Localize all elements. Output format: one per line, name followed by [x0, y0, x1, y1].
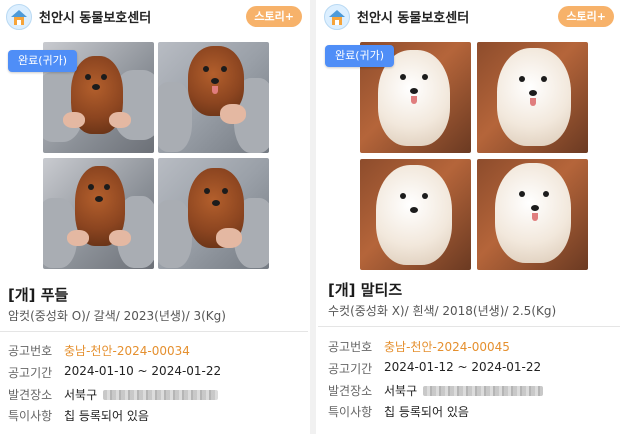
info-value: 충남-천안-2024-00045 — [384, 340, 510, 354]
info-label: 공고번호 — [8, 344, 53, 358]
status-badge: 완료(귀가) — [8, 50, 78, 72]
info-value: 서북구 — [384, 384, 418, 398]
card-divider — [310, 0, 316, 434]
info-label: 공고기간 — [328, 362, 373, 376]
masked-address — [423, 385, 544, 396]
photo-gallery — [43, 42, 269, 269]
info-value: 2024-01-10 ~ 2024-01-22 — [64, 364, 222, 378]
masked-address — [103, 389, 219, 400]
animal-title: [개] 푸들 — [8, 286, 69, 304]
info-label: 발견장소 — [8, 388, 53, 402]
dog-photo[interactable] — [158, 42, 269, 153]
photo-gallery — [360, 42, 588, 270]
status-badge: 완료(귀가) — [325, 45, 395, 67]
card-header: 천안시 동물보호센터 스토리+ — [324, 4, 614, 30]
animal-details: 암컷(중성화 O)/ 갈색/ 2023(년생)/ 3(Kg) — [8, 309, 226, 323]
info-value: 서북구 — [64, 388, 98, 402]
info-value: 충남-천안-2024-00034 — [64, 344, 190, 358]
dog-photo[interactable] — [477, 159, 588, 270]
card-header: 천안시 동물보호센터 스토리+ — [6, 4, 302, 30]
dog-photo[interactable] — [477, 42, 588, 153]
story-button[interactable]: 스토리+ — [246, 6, 302, 27]
dog-photo[interactable] — [360, 159, 471, 270]
story-button[interactable]: 스토리+ — [558, 6, 614, 27]
animal-card-maltese[interactable]: 천안시 동물보호센터 스토리+ 완료(귀가) [개] 말티즈 수컷(중성화 X)… — [318, 0, 620, 434]
dog-photo[interactable] — [43, 158, 154, 269]
animal-card-poodle[interactable]: 천안시 동물보호센터 스토리+ 완료(귀가) [개] 푸들 암컷(중성화 O)/… — [0, 0, 308, 434]
info-label: 공고번호 — [328, 340, 373, 354]
shelter-logo-icon — [6, 4, 32, 30]
section-divider — [0, 331, 308, 332]
info-label: 특이사항 — [328, 405, 373, 419]
shelter-logo-icon — [324, 4, 350, 30]
info-value: 칩 등록되어 있음 — [64, 409, 149, 423]
dog-photo[interactable] — [158, 158, 269, 269]
section-divider — [318, 326, 620, 327]
info-value: 칩 등록되어 있음 — [384, 405, 469, 419]
shelter-name: 천안시 동물보호센터 — [39, 11, 152, 26]
animal-title: [개] 말티즈 — [328, 281, 403, 299]
info-label: 발견장소 — [328, 384, 373, 398]
info-label: 특이사항 — [8, 409, 53, 423]
info-label: 공고기간 — [8, 366, 53, 380]
animal-details: 수컷(중성화 X)/ 흰색/ 2018(년생)/ 2.5(Kg) — [328, 304, 557, 318]
shelter-name: 천안시 동물보호센터 — [357, 11, 470, 26]
info-value: 2024-01-12 ~ 2024-01-22 — [384, 360, 542, 374]
